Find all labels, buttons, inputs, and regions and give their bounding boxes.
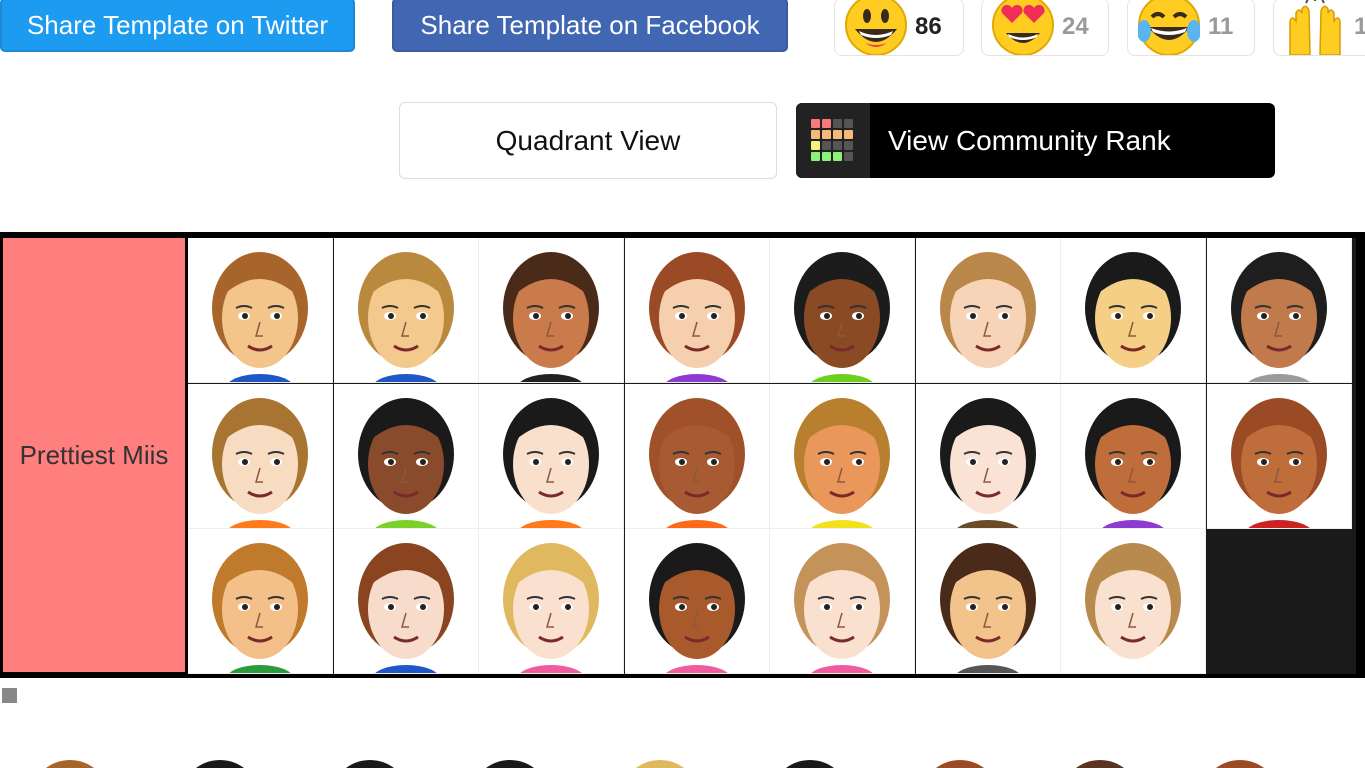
mii-tile[interactable] xyxy=(770,529,915,674)
mii-tile[interactable] xyxy=(1206,238,1352,383)
view-community-rank-button[interactable]: View Community Rank xyxy=(796,103,1275,178)
mii-tile[interactable] xyxy=(333,383,479,529)
mii-tile[interactable] xyxy=(479,383,624,529)
view-community-rank-label: View Community Rank xyxy=(888,124,1171,156)
reaction-raising-hands-button[interactable]: 1 xyxy=(1273,0,1365,56)
mii-thumbnail-peek[interactable] xyxy=(30,760,110,768)
grinning-face-icon xyxy=(845,0,907,56)
mii-tile[interactable] xyxy=(479,238,624,383)
mii-tile[interactable] xyxy=(915,238,1061,383)
quadrant-view-label: Quadrant View xyxy=(495,124,681,156)
mii-tile[interactable] xyxy=(770,238,915,383)
reaction-count: 86 xyxy=(915,13,942,40)
raising-hands-icon xyxy=(1284,0,1346,56)
drag-handle[interactable] xyxy=(2,688,17,703)
mii-tile[interactable] xyxy=(1206,383,1352,529)
mii-tile[interactable] xyxy=(915,383,1061,529)
tears-of-joy-face-icon xyxy=(1137,0,1201,56)
mii-thumbnail-peek[interactable] xyxy=(1060,760,1140,768)
reaction-count: 24 xyxy=(1062,13,1089,40)
mii-thumbnail-peek[interactable] xyxy=(1200,760,1280,768)
mii-tile[interactable] xyxy=(1061,529,1206,674)
mii-tile[interactable] xyxy=(624,529,770,674)
share-facebook-button[interactable]: Share Template on Facebook xyxy=(392,0,788,52)
mii-tile[interactable] xyxy=(624,383,770,529)
mii-tile[interactable] xyxy=(1061,238,1206,383)
mii-tile[interactable] xyxy=(624,238,770,383)
mii-tile[interactable] xyxy=(188,383,333,529)
quadrant-view-button[interactable]: Quadrant View xyxy=(399,102,777,179)
mii-tile[interactable] xyxy=(188,529,333,674)
reaction-heart-eyes-button[interactable]: 24 xyxy=(981,0,1109,56)
mii-thumbnail-peek[interactable] xyxy=(770,760,850,768)
mii-tile[interactable] xyxy=(770,383,915,529)
reaction-count: 1 xyxy=(1354,13,1365,40)
tier-label-text: Prettiest Miis xyxy=(19,439,169,470)
mii-thumbnail-peek[interactable] xyxy=(470,760,550,768)
mii-thumbnail-peek[interactable] xyxy=(920,760,1000,768)
mii-tile[interactable] xyxy=(1061,383,1206,529)
tier-items-container xyxy=(188,238,1356,674)
share-twitter-button[interactable]: Share Template on Twitter xyxy=(0,0,355,52)
mii-thumbnail-peek[interactable] xyxy=(330,760,410,768)
mii-thumbnail-peek[interactable] xyxy=(180,760,260,768)
mii-thumbnail-peek[interactable] xyxy=(620,760,700,768)
heart-eyes-face-icon xyxy=(992,0,1054,56)
tier-label[interactable]: Prettiest Miis xyxy=(3,238,185,672)
mii-tile[interactable] xyxy=(479,529,624,674)
mii-tile[interactable] xyxy=(333,238,479,383)
reaction-grinning-button[interactable]: 86 xyxy=(834,0,964,56)
mii-tile[interactable] xyxy=(333,529,479,674)
reaction-count: 11 xyxy=(1208,13,1234,40)
unranked-items-strip xyxy=(0,750,1365,768)
reaction-tears-of-joy-button[interactable]: 11 xyxy=(1127,0,1255,56)
mii-tile[interactable] xyxy=(915,529,1061,674)
tier-row: Prettiest Miis xyxy=(0,232,1365,678)
mii-tile[interactable] xyxy=(188,238,333,383)
tier-grid-icon xyxy=(796,103,870,178)
